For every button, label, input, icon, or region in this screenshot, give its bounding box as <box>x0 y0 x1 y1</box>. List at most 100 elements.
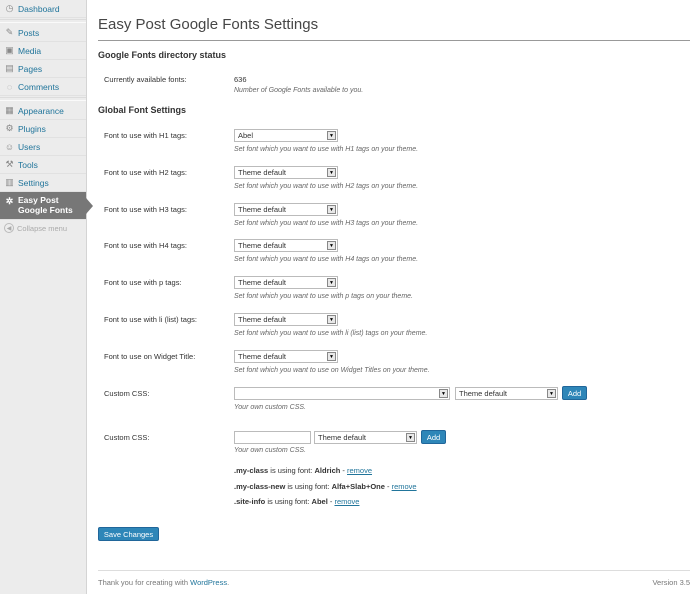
select-value: Theme default <box>238 205 286 214</box>
chevron-down-icon: ▼ <box>439 389 448 398</box>
available-fonts-desc: Number of Google Fonts available to you. <box>234 87 364 94</box>
wordpress-link[interactable]: WordPress <box>190 578 227 587</box>
entry-selector: .site-info <box>234 497 266 506</box>
page-icon: ▤ <box>5 63 14 73</box>
sidebar-item-settings[interactable]: ▥ Settings <box>0 174 86 192</box>
entry-font: Abel <box>311 497 328 506</box>
add-custom-css-button-2[interactable]: Add <box>421 430 446 444</box>
admin-sidebar: ◷ Dashboard ✎ Posts ▣ Media ▤ Pages ◌ Co… <box>0 0 93 594</box>
pin-icon: ✎ <box>5 27 14 37</box>
h4-font-select[interactable]: Theme default ▼ <box>234 239 338 252</box>
global-section-title: Global Font Settings <box>98 105 186 115</box>
remove-link[interactable]: remove <box>334 497 359 506</box>
entry-font: Alfa+Slab+One <box>331 482 385 491</box>
custom-css-selector-select[interactable]: ▼ <box>234 387 450 400</box>
save-changes-button[interactable]: Save Changes <box>98 527 159 541</box>
footer-period: . <box>227 578 230 587</box>
select-value: Theme default <box>238 315 286 324</box>
sidebar-item-easy-post-google-fonts[interactable]: ✲ Easy Post Google Fonts <box>0 192 93 220</box>
entry-mid: is using font: <box>285 482 332 491</box>
entry-font: Aldrich <box>314 466 341 475</box>
li-font-label: Font to use with li (list) tags: <box>104 315 197 324</box>
h3-font-select[interactable]: Theme default ▼ <box>234 203 338 216</box>
footer-version: Version 3.5 <box>652 578 690 587</box>
custom-css-desc-2: Your own custom CSS. <box>234 447 306 454</box>
chevron-down-icon: ▼ <box>327 205 336 214</box>
media-icon: ▣ <box>5 45 14 55</box>
h2-font-label: Font to use with H2 tags: <box>104 168 187 177</box>
p-font-label: Font to use with p tags: <box>104 278 182 287</box>
sidebar-item-plugins[interactable]: ⚙ Plugins <box>0 120 86 138</box>
menu-separator <box>0 97 86 101</box>
dashboard-icon: ◷ <box>5 3 14 13</box>
select-value: Abel <box>238 131 254 140</box>
h2-font-select[interactable]: Theme default ▼ <box>234 166 338 179</box>
custom-css-selector-input[interactable] <box>234 431 311 444</box>
sidebar-item-users[interactable]: ☺ Users <box>0 138 86 156</box>
footer-divider <box>98 570 690 571</box>
chevron-down-icon: ▼ <box>406 433 415 442</box>
sidebar-item-label: Appearance <box>18 105 64 116</box>
remove-link[interactable]: remove <box>347 466 372 475</box>
add-custom-css-button-1[interactable]: Add <box>562 386 587 400</box>
select-value: Theme default <box>459 389 507 398</box>
available-fonts-count: 636 <box>234 75 247 84</box>
chevron-down-icon: ▼ <box>327 131 336 140</box>
p-font-desc: Set font which you want to use with p ta… <box>234 293 413 300</box>
sidebar-item-label: Dashboard <box>18 3 60 14</box>
sidebar-item-label: Posts <box>18 27 40 38</box>
h1-font-select[interactable]: Abel ▼ <box>234 129 338 142</box>
custom-font-entry: .my-class is using font: Aldrich - remov… <box>234 466 372 475</box>
users-icon: ☺ <box>4 141 15 152</box>
h2-font-desc: Set font which you want to use with H2 t… <box>234 183 419 190</box>
li-font-desc: Set font which you want to use with li (… <box>234 330 428 337</box>
chevron-down-icon: ▼ <box>327 278 336 287</box>
widget-font-label: Font to use on Widget Title: <box>104 352 196 361</box>
status-section-title: Google Fonts directory status <box>98 50 227 60</box>
sidebar-item-comments[interactable]: ◌ Comments <box>0 78 86 96</box>
sidebar-item-label: Pages <box>18 63 43 74</box>
footer-thanks-text: Thank you for creating with <box>98 578 191 587</box>
remove-link[interactable]: remove <box>392 482 417 491</box>
entry-sep: - <box>384 482 392 491</box>
sidebar-item-appearance[interactable]: ▦ Appearance <box>0 102 86 120</box>
custom-font-entry: .site-info is using font: Abel - remove <box>234 497 359 506</box>
gear-icon: ✲ <box>5 195 14 206</box>
sidebar-item-posts[interactable]: ✎ Posts <box>0 24 86 42</box>
h4-font-desc: Set font which you want to use with H4 t… <box>234 256 419 263</box>
select-value: Theme default <box>238 241 286 250</box>
entry-selector: .my-class <box>234 466 269 475</box>
collapse-menu-label: Collapse menu <box>17 223 68 233</box>
sidebar-item-media[interactable]: ▣ Media <box>0 42 86 60</box>
title-divider <box>98 40 690 41</box>
h1-font-label: Font to use with H1 tags: <box>104 131 187 140</box>
select-value: Theme default <box>318 433 366 442</box>
h4-font-label: Font to use with H4 tags: <box>104 241 187 250</box>
page-title: Easy Post Google Fonts Settings <box>98 16 319 33</box>
li-font-select[interactable]: Theme default ▼ <box>234 313 338 326</box>
widget-font-desc: Set font which you want to use on Widget… <box>234 367 430 374</box>
h3-font-label: Font to use with H3 tags: <box>104 205 187 214</box>
chevron-down-icon: ▼ <box>327 241 336 250</box>
h3-font-desc: Set font which you want to use with H3 t… <box>234 220 419 227</box>
select-value: Theme default <box>238 278 286 287</box>
chevron-down-icon: ▼ <box>327 168 336 177</box>
custom-css-font-select-2[interactable]: Theme default ▼ <box>314 431 417 444</box>
entry-mid: is using font: <box>268 466 315 475</box>
sidebar-item-label: Tools <box>18 159 38 170</box>
collapse-menu-button[interactable]: ◀ Collapse menu <box>0 220 86 236</box>
tools-icon: ⚒ <box>5 159 14 169</box>
sidebar-item-label: Plugins <box>18 123 46 134</box>
sidebar-item-label: Comments <box>18 81 60 92</box>
sidebar-item-dashboard[interactable]: ◷ Dashboard <box>0 0 86 18</box>
entry-selector: .my-class-new <box>234 482 286 491</box>
custom-css-font-select-1[interactable]: Theme default ▼ <box>455 387 558 400</box>
widget-font-select[interactable]: Theme default ▼ <box>234 350 338 363</box>
p-font-select[interactable]: Theme default ▼ <box>234 276 338 289</box>
custom-css-label-1: Custom CSS: <box>104 389 150 398</box>
entry-mid: is using font: <box>265 497 312 506</box>
sidebar-item-pages[interactable]: ▤ Pages <box>0 60 86 78</box>
custom-font-entry: .my-class-new is using font: Alfa+Slab+O… <box>234 482 417 491</box>
collapse-arrow-icon: ◀ <box>4 223 14 233</box>
sidebar-item-tools[interactable]: ⚒ Tools <box>0 156 86 174</box>
